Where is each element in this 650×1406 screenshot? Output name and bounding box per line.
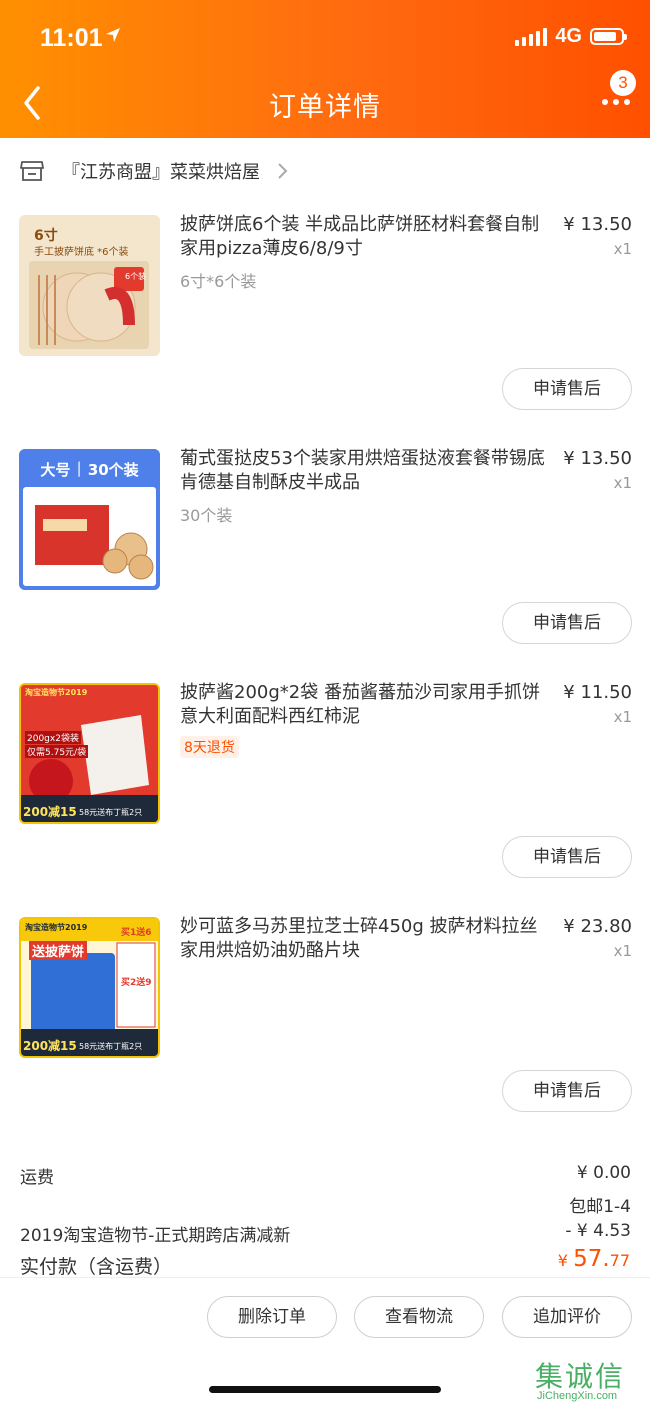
product-quantity: x1: [613, 474, 632, 492]
thumb-size-label: 大号: [40, 461, 71, 479]
store-icon: [20, 161, 44, 181]
order-item[interactable]: 淘宝造物节2019 送披萨饼 买1送6 买2送9 200减15 58元送布丁瓶2…: [0, 906, 650, 1140]
delete-order-button[interactable]: 删除订单: [207, 1296, 337, 1338]
thumb-event-label: 淘宝造物节2019: [25, 923, 88, 932]
product-quantity: x1: [613, 942, 632, 960]
product-price: ¥ 13.50: [563, 214, 632, 235]
product-thumbnail[interactable]: 淘宝造物节2019 送披萨饼 买1送6 买2送9 200减15 58元送布丁瓶2…: [19, 917, 160, 1058]
product-thumbnail[interactable]: 大号 | 30个装: [19, 449, 160, 590]
thumb-unit-price: 仅需5.75元/袋: [25, 745, 89, 758]
network-type: 4G: [555, 25, 582, 47]
watermark-cn: 集诚信: [535, 1360, 626, 1393]
thumb-discount-label: 200减15: [23, 805, 77, 819]
battery-icon: [590, 28, 627, 45]
product-spec: 30个装: [180, 506, 233, 525]
chevron-right-icon: [278, 163, 288, 179]
product-name[interactable]: 披萨酱200g*2袋 番茄酱蕃茄沙司家用手抓饼意大利面配料西红柿泥: [180, 681, 548, 729]
watermark-en: JiChengXin.com: [537, 1390, 618, 1402]
apply-after-sale-button[interactable]: 申请售后: [502, 602, 632, 644]
order-item[interactable]: 淘宝造物节2019 200gx2袋装 仅需5.75元/袋 200减15 58元送…: [0, 672, 650, 906]
apply-after-sale-button[interactable]: 申请售后: [502, 836, 632, 878]
product-name[interactable]: 妙可蓝多马苏里拉芝士碎450g 披萨材料拉丝家用烘焙奶油奶酪片块: [180, 915, 548, 963]
total-decimal: 77: [609, 1251, 630, 1270]
product-price: ¥ 11.50: [563, 682, 632, 703]
product-thumbnail[interactable]: 淘宝造物节2019 200gx2袋装 仅需5.75元/袋 200减15 58元送…: [19, 683, 160, 824]
thumb-offer-2: 买2送9: [121, 978, 152, 988]
thumb-gift-label: 58元送布丁瓶2只: [79, 1042, 143, 1051]
shipping-note: 包邮1-4: [569, 1197, 631, 1217]
apply-after-sale-button[interactable]: 申请售后: [502, 368, 632, 410]
product-quantity: x1: [613, 240, 632, 258]
product-name[interactable]: 披萨饼底6个装 半成品比萨饼胚材料套餐自制家用pizza薄皮6/8/9寸: [180, 213, 548, 261]
status-time: 11:01: [40, 24, 103, 52]
thumb-gift-banner: 送披萨饼: [29, 941, 88, 960]
thumb-pack-badge: 6个装: [125, 272, 147, 281]
shop-row[interactable]: 『江苏商盟』菜菜烘焙屋: [0, 138, 650, 204]
status-indicators: 4G: [515, 25, 627, 48]
thumb-pack-label: 200gx2袋装: [25, 731, 81, 744]
total-paid-label: 实付款（含运费）: [20, 1256, 173, 1278]
thumb-discount-label: 200减15: [23, 1039, 77, 1053]
message-count-badge: 3: [610, 70, 636, 96]
order-item[interactable]: 大号 | 30个装 葡式蛋挞皮53个装家用烘焙蛋挞液套餐带锡底肯德基自制酥皮半成…: [0, 438, 650, 672]
product-price: ¥ 13.50: [563, 448, 632, 469]
total-paid-value: ¥ 57.77: [558, 1246, 630, 1272]
shop-name: 『江苏商盟』菜菜烘焙屋: [62, 162, 260, 183]
thumb-offer-1: 买1送6: [121, 928, 152, 938]
site-watermark: 集诚信 JiChengXin.com: [535, 1355, 650, 1406]
home-indicator[interactable]: [209, 1386, 441, 1393]
page-title: 订单详情: [269, 92, 381, 123]
thumb-gift-label: 58元送布丁瓶2只: [79, 808, 143, 817]
thumb-count-label: 30个装: [87, 461, 139, 479]
product-spec: 6寸*6个装: [180, 272, 257, 291]
thumb-event-label: 淘宝造物节2019: [25, 688, 88, 697]
product-name[interactable]: 葡式蛋挞皮53个装家用烘焙蛋挞液套餐带锡底肯德基自制酥皮半成品: [180, 447, 548, 495]
product-thumbnail[interactable]: 6寸 手工披萨饼底 *6个装 6个装: [19, 215, 160, 356]
order-item[interactable]: 6寸 手工披萨饼底 *6个装 6个装 披萨饼底6个装 半成品比萨饼胚材料套餐自制…: [0, 204, 650, 438]
discount-row: 2019淘宝造物节-正式期跨店满减新 - ¥ 4.53: [20, 1221, 631, 1246]
shipping-value: ¥ 0.00: [576, 1163, 631, 1183]
thumb-size-label: 6寸: [34, 228, 58, 244]
view-logistics-button[interactable]: 查看物流: [354, 1296, 484, 1338]
signal-icon: [515, 27, 548, 46]
currency-symbol: ¥: [557, 1251, 574, 1270]
discount-value: - ¥ 4.53: [565, 1221, 631, 1241]
product-price: ¥ 23.80: [563, 916, 632, 937]
return-policy-tag: 8天退货: [180, 736, 239, 758]
thumb-desc-label: 手工披萨饼底 *6个装: [34, 247, 129, 258]
apply-after-sale-button[interactable]: 申请售后: [502, 1070, 632, 1112]
shipping-row: 运费 ¥ 0.00: [20, 1163, 631, 1188]
product-quantity: x1: [613, 708, 632, 726]
shipping-label: 运费: [20, 1168, 54, 1188]
discount-label: 2019淘宝造物节-正式期跨店满减新: [20, 1226, 291, 1246]
app-header: 11:01 4G 订单详情 3: [0, 0, 650, 138]
location-arrow-icon: [106, 28, 120, 42]
add-review-button[interactable]: 追加评价: [502, 1296, 632, 1338]
total-integer: 57.: [573, 1246, 610, 1272]
